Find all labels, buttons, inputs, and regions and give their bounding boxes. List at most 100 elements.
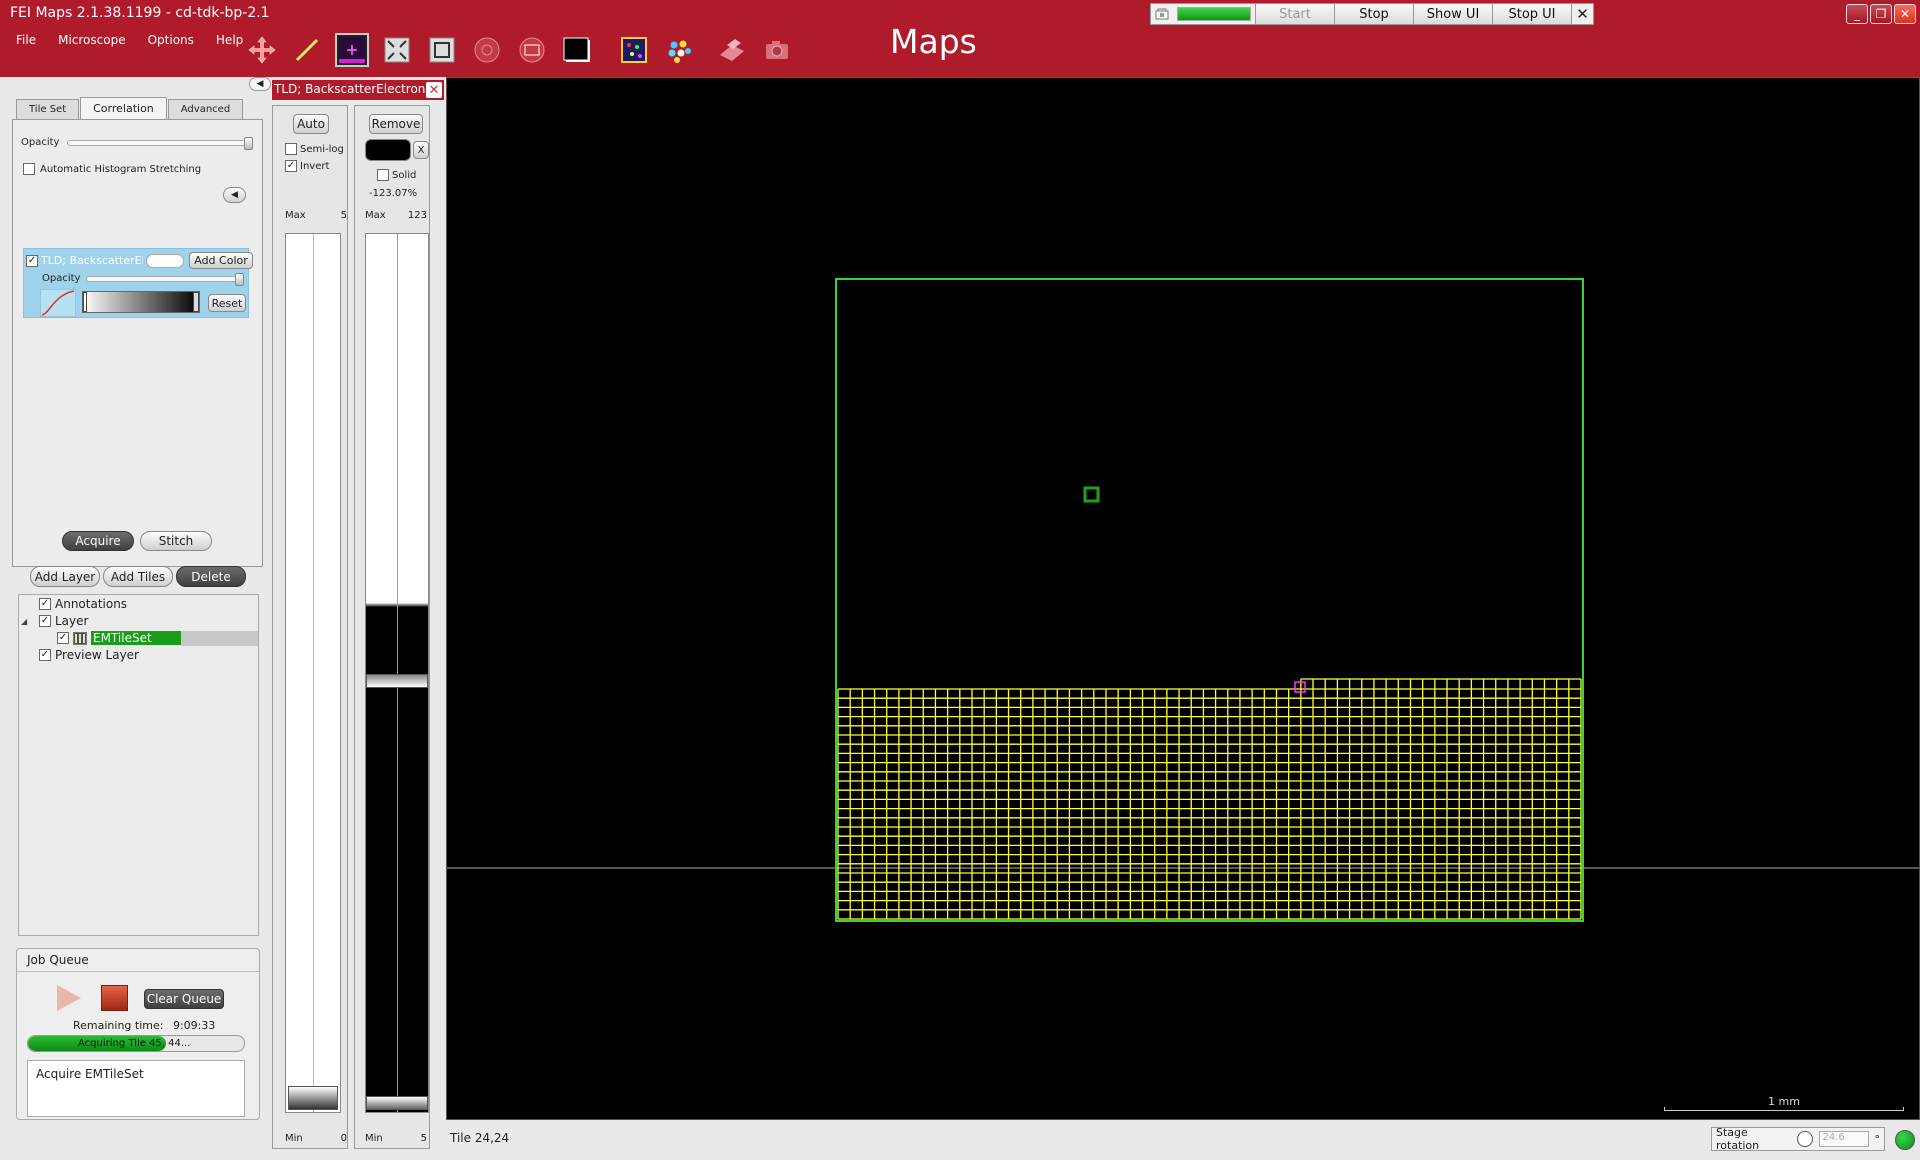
add-tiles-button[interactable]: Add Tiles (103, 566, 173, 587)
menu-microscope[interactable]: Microscope (58, 33, 126, 47)
channel-checkbox[interactable]: ✓ (26, 254, 38, 267)
add-color-button[interactable]: Add Color (189, 252, 253, 269)
channel-gradient-slider[interactable] (82, 291, 200, 313)
restore-button[interactable]: ❐ (1870, 4, 1892, 24)
histogram-header: TLD; BackscatterElectrons ✕ (272, 80, 444, 100)
max-handle[interactable] (366, 674, 428, 688)
min-handle[interactable] (288, 1086, 338, 1110)
remove-color-button[interactable]: X (413, 141, 429, 159)
solid-checkbox[interactable] (377, 169, 389, 181)
stitch-button[interactable]: Stitch (140, 531, 212, 551)
menu-help[interactable]: Help (216, 33, 243, 47)
collapse-channel-button[interactable]: ◀ (223, 187, 246, 203)
stage-rotation-label: Stage rotation (1716, 1126, 1760, 1152)
opacity-slider-knob[interactable] (244, 137, 253, 150)
add-layer-button[interactable]: Add Layer (30, 566, 100, 587)
minimize-button[interactable]: _ (1846, 4, 1868, 24)
collapse-left-button[interactable]: ◀ (249, 77, 271, 91)
toolbar (245, 32, 805, 68)
snapshot-icon[interactable] (560, 33, 594, 67)
scale-bar: 1 mm (1664, 1095, 1904, 1111)
tab-correlation[interactable]: Correlation (80, 97, 167, 119)
target-icon[interactable] (470, 33, 504, 67)
remove-button[interactable]: Remove (369, 114, 423, 134)
reset-button[interactable]: Reset (208, 294, 246, 312)
tree-item-layer[interactable]: ◢ ✓ Layer (21, 614, 88, 628)
emtileset-checkbox[interactable]: ✓ (57, 632, 69, 644)
stage-rotation-input[interactable]: 24.6 (1818, 1131, 1869, 1147)
fit-selection-icon[interactable] (425, 33, 459, 67)
rotation-dial-icon[interactable] (1797, 1131, 1813, 1147)
auto-button[interactable]: Auto (293, 114, 329, 134)
job-progress-bar: Acquiring Tile 45, 44... (27, 1035, 245, 1052)
crosshair-icon[interactable] (335, 33, 369, 67)
job-log: Acquire EMTileSet (27, 1060, 245, 1117)
measure-icon[interactable] (290, 33, 324, 67)
semilog-checkbox[interactable] (285, 143, 297, 155)
min-value: 5 (420, 1133, 427, 1144)
start-button[interactable]: Start (1255, 4, 1334, 24)
close-window-button[interactable]: ✕ (1894, 4, 1916, 24)
tree-item-preview-layer[interactable]: ✓ Preview Layer (39, 648, 139, 662)
min-handle[interactable] (366, 1096, 428, 1110)
color-swatch[interactable] (365, 139, 411, 161)
max-label: Max (285, 210, 306, 221)
histogram-panel: TLD; BackscatterElectrons ✕ Auto Semi-lo… (272, 77, 444, 1152)
gradient-low-handle[interactable] (83, 292, 87, 312)
histogram-bar-1[interactable] (285, 233, 341, 1113)
dots-icon[interactable] (662, 33, 696, 67)
tree-item-annotations[interactable]: ✓ Annotations (39, 597, 127, 611)
close-icon[interactable]: ✕ (1571, 4, 1593, 24)
invert-checkbox[interactable]: ✓ (285, 160, 297, 172)
tab-advanced[interactable]: Advanced (167, 99, 244, 119)
auto-histogram-checkbox[interactable] (23, 163, 35, 175)
title-bar: FEI Maps 2.1.38.1199 - cd-tdk-bp-2.1 Fil… (0, 0, 1920, 77)
lock-icon[interactable] (1151, 4, 1173, 24)
acquire-button[interactable]: Acquire (62, 531, 134, 551)
stage-icon[interactable] (715, 33, 749, 67)
region-icon[interactable] (515, 33, 549, 67)
tab-tile-set[interactable]: Tile Set (16, 99, 80, 119)
histogram-bar-2[interactable] (365, 233, 429, 1113)
opacity-label: Opacity (21, 137, 60, 148)
channel-header: ✓ TLD; BackscatterEle Add Color (26, 252, 253, 269)
position-marker[interactable] (1083, 486, 1100, 503)
play-icon[interactable] (57, 985, 81, 1011)
tree-item-emtileset[interactable]: ✓ EMTileSet (57, 631, 195, 645)
job-queue: Job Queue Clear Queue Remaining time: 9:… (16, 948, 260, 1120)
remaining-time: Remaining time: 9:09:33 (73, 1019, 215, 1032)
stop-icon[interactable] (101, 985, 128, 1011)
clear-queue-button[interactable]: Clear Queue (144, 989, 224, 1009)
expand-triangle-icon[interactable]: ◢ (21, 617, 35, 626)
fit-all-icon[interactable] (380, 33, 414, 67)
close-icon[interactable]: ✕ (426, 82, 442, 98)
tab-strip: Tile Set Correlation Advanced (16, 97, 244, 119)
stop-ui-button[interactable]: Stop UI (1492, 4, 1571, 24)
channel-opacity-slider[interactable] (86, 273, 244, 286)
remaining-label: Remaining time: (73, 1019, 164, 1032)
show-ui-button[interactable]: Show UI (1413, 4, 1492, 24)
acquisition-controls: Start Stop Show UI Stop UI ✕ (1150, 3, 1594, 25)
move-icon[interactable] (245, 33, 279, 67)
current-tile-marker (1294, 681, 1306, 693)
annotations-checkbox[interactable]: ✓ (39, 598, 51, 610)
preview-layer-checkbox[interactable]: ✓ (39, 649, 51, 661)
layer-checkbox[interactable]: ✓ (39, 615, 51, 627)
map-view[interactable] (447, 78, 1919, 1119)
min-row: Min 5 (365, 1133, 427, 1144)
stop-button[interactable]: Stop (1334, 4, 1413, 24)
solid-row: Solid (377, 169, 416, 181)
menu-options[interactable]: Options (148, 33, 194, 47)
channel-color-swatch[interactable] (146, 253, 184, 268)
channel-opacity-knob[interactable] (235, 273, 244, 286)
tile-grid[interactable] (837, 678, 1582, 920)
delete-button[interactable]: Delete (176, 566, 246, 587)
invert-label: Invert (300, 160, 330, 172)
menu-file[interactable]: File (16, 33, 36, 47)
gradient-high-handle[interactable] (193, 292, 199, 312)
opacity-slider[interactable] (67, 137, 253, 150)
color-mix-icon[interactable] (617, 33, 651, 67)
map-canvas[interactable]: 1 mm (446, 77, 1920, 1120)
channel-row[interactable]: ✓ TLD; BackscatterEle Add Color Opacity … (23, 248, 253, 318)
camera-icon[interactable] (760, 33, 794, 67)
